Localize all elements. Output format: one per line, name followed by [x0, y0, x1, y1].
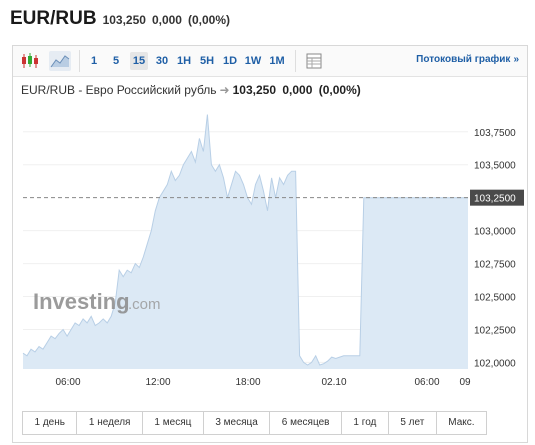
- y-tick-label: 102,2500: [474, 325, 516, 336]
- chart-widget: 1 5 15 30 1H 5H 1D 1W 1M Потоковый графи…: [12, 45, 528, 443]
- watermark-text: Investing: [33, 289, 130, 314]
- interval-1h[interactable]: 1H: [175, 52, 193, 70]
- arrow-right-icon: ➜: [219, 83, 230, 97]
- interval-30[interactable]: 30: [153, 52, 171, 70]
- interval-1[interactable]: 1: [87, 52, 101, 70]
- period-max[interactable]: Макс.: [437, 412, 486, 434]
- interval-1d[interactable]: 1D: [221, 52, 239, 70]
- interval-1m[interactable]: 1M: [267, 52, 287, 70]
- streaming-chart-label[interactable]: Потоковый график: [416, 54, 510, 65]
- y-tick-label: 102,0000: [474, 358, 516, 369]
- period-1-month[interactable]: 1 месяц: [143, 412, 204, 434]
- subtitle-price: 103,250: [232, 83, 276, 97]
- area-chart-icon[interactable]: [49, 51, 71, 71]
- chart-subtitle: EUR/RUB - Евро Российский рубль ➜ 103,250 …: [21, 83, 361, 97]
- period-5-years[interactable]: 5 лет: [389, 412, 437, 434]
- interval-5[interactable]: 5: [109, 52, 123, 70]
- toolbar-divider: [79, 50, 80, 72]
- period-1-year[interactable]: 1 год: [342, 412, 389, 434]
- period-1-day[interactable]: 1 день: [23, 412, 78, 434]
- y-tick-label: 102,5000: [474, 293, 516, 304]
- period-6-months[interactable]: 6 месяцев: [270, 412, 342, 434]
- header-price: 103,250: [102, 13, 146, 27]
- chevron-right-icon: »: [513, 54, 519, 65]
- chart-toolbar: 1 5 15 30 1H 5H 1D 1W 1M Потоковый графи…: [13, 46, 527, 77]
- x-tick-label: 06:00: [55, 377, 80, 388]
- candlestick-icon[interactable]: [19, 51, 41, 71]
- symbol-title: EUR/RUB: [10, 8, 97, 29]
- watermark-domain: .com: [128, 296, 161, 313]
- y-tick-label: 103,0000: [474, 227, 516, 238]
- quote-header: EUR/RUB 103,250 0,000 (0,00%): [10, 8, 230, 30]
- current-value-label: 103,2500: [474, 194, 516, 205]
- table-icon[interactable]: [303, 51, 325, 71]
- header-change: 0,000: [151, 13, 182, 27]
- x-tick-label: 09: [459, 377, 471, 388]
- x-tick-label: 02.10: [321, 377, 346, 388]
- x-tick-label: 18:00: [235, 377, 260, 388]
- period-1-week[interactable]: 1 неделя: [77, 412, 143, 434]
- subtitle-change: 0,000: [282, 83, 313, 97]
- streaming-chart-link[interactable]: Потоковый график»: [416, 54, 519, 65]
- interval-1w[interactable]: 1W: [243, 52, 263, 70]
- y-tick-label: 103,7500: [474, 128, 516, 139]
- y-tick-label: 102,7500: [474, 260, 516, 271]
- interval-15[interactable]: 15: [130, 52, 148, 70]
- period-selector: 1 день 1 неделя 1 месяц 3 месяца 6 месяц…: [22, 411, 487, 435]
- x-tick-label: 12:00: [145, 377, 170, 388]
- subtitle-change-pct: (0,00%): [318, 83, 361, 97]
- x-tick-label: 06:00: [414, 377, 439, 388]
- y-tick-label: 103,5000: [474, 161, 516, 172]
- header-change-pct: (0,00%): [187, 13, 231, 27]
- price-chart[interactable]: 102,0000 102,2500 102,5000 102,7500 103,0000…: [13, 104, 527, 394]
- interval-5h[interactable]: 5H: [198, 52, 216, 70]
- toolbar-divider: [295, 50, 296, 72]
- period-3-months[interactable]: 3 месяца: [204, 412, 271, 434]
- instrument-name: EUR/RUB - Евро Российский рубль: [21, 83, 217, 97]
